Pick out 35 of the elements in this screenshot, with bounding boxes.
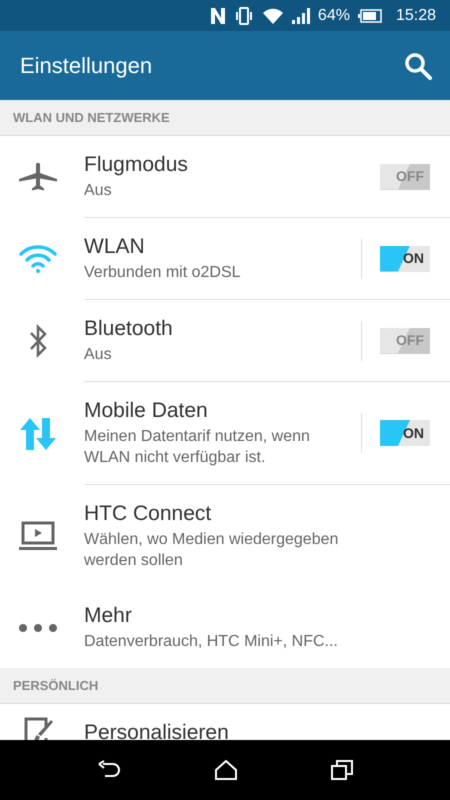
recent-apps-icon[interactable]	[331, 760, 353, 780]
setting-title[interactable]: Flugmodus	[84, 152, 361, 178]
cell-signal-icon	[292, 8, 310, 24]
screen-play-icon	[18, 521, 58, 551]
setting-title[interactable]: WLAN	[84, 234, 361, 260]
section-header: WLAN UND NETZWERKE	[0, 100, 450, 136]
more-dots-icon	[18, 622, 58, 632]
airplane-icon	[18, 162, 58, 192]
bluetooth-icon	[29, 324, 47, 358]
toggle-switch[interactable]: ON	[380, 420, 430, 446]
setting-title[interactable]: Mehr	[84, 603, 430, 629]
battery-icon	[358, 8, 382, 22]
setting-summary: Aus	[84, 345, 113, 365]
wifi-signal-icon	[262, 6, 284, 24]
setting-summary: Wählen, wo Medien wiedergegeben werden sollen	[84, 530, 340, 571]
home-icon[interactable]	[215, 760, 237, 780]
vibrate-icon	[234, 6, 254, 24]
setting-summary: Meinen Datentarif nutzen, wenn WLAN nicht verfügbar ist.	[84, 427, 311, 468]
battery-percentage: 64%	[318, 6, 350, 26]
up-down-arrows-icon	[20, 418, 56, 450]
nfc-icon	[210, 6, 226, 24]
wifi-icon	[18, 245, 58, 273]
search-icon[interactable]	[404, 52, 432, 80]
setting-title[interactable]: Mobile Daten	[84, 398, 361, 424]
setting-summary: Datenverbrauch, HTC Mini+, NFC...	[84, 632, 339, 652]
back-icon[interactable]	[97, 760, 121, 780]
setting-summary: Aus	[84, 181, 113, 201]
app-bar-title: Einstellungen	[20, 52, 152, 80]
setting-title[interactable]: HTC Connect	[84, 501, 430, 527]
setting-summary: Verbunden mit o2DSL	[84, 263, 242, 283]
toggle-switch[interactable]: ON	[380, 246, 430, 272]
section-header: PERSÖNLICH	[0, 668, 450, 704]
setting-title[interactable]: Bluetooth	[84, 316, 361, 342]
setting-title[interactable]: Personalisieren	[84, 720, 430, 740]
clock: 15:28	[396, 6, 436, 26]
